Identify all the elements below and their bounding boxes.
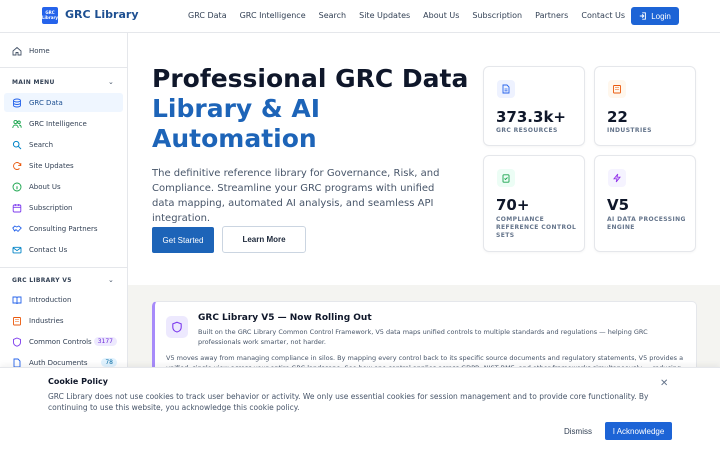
learn-more-button[interactable]: Learn More [222, 226, 306, 253]
count-badge: 3177 [93, 337, 117, 346]
close-icon[interactable]: ✕ [660, 378, 668, 389]
cookie-title: Cookie Policy [48, 377, 108, 386]
login-button[interactable]: Login [631, 7, 679, 25]
stat-value: 70+ [496, 196, 530, 214]
nav-contact-us[interactable]: Contact Us [581, 11, 625, 20]
stat-label: GRC RESOURCES [496, 127, 558, 134]
count-badge: 78 [101, 358, 117, 367]
stat-label: INDUSTRIES [607, 127, 652, 134]
sidebar-item-grc-intelligence[interactable]: GRC Intelligence [4, 114, 123, 133]
sidebar-item-label: Subscription [29, 203, 73, 212]
sidebar-item-common-controls[interactable]: Common Controls 3177 [4, 332, 123, 351]
sidebar-item-contact-us[interactable]: Contact Us [4, 240, 123, 259]
sidebar-item-search[interactable]: Search [4, 135, 123, 154]
nav-grc-intelligence[interactable]: GRC Intelligence [240, 11, 306, 20]
grc-library-heading: GRC LIBRARY V5 [12, 277, 72, 284]
cookie-text: GRC Library does not use cookies to trac… [48, 392, 649, 412]
stat-value: 373.3k+ [496, 108, 566, 126]
info-icon [12, 182, 22, 192]
sidebar-item-label: Industries [29, 316, 64, 325]
chevron-down-icon[interactable]: ⌄ [108, 276, 114, 284]
sidebar-item-industries[interactable]: Industries [4, 311, 123, 330]
sidebar-item-subscription[interactable]: Subscription [4, 198, 123, 217]
sidebar-item-label: Introduction [29, 295, 72, 304]
hero-title: Professional GRC Data Library & AI Autom… [152, 64, 472, 154]
sidebar-item-label: Consulting Partners [29, 224, 98, 233]
shield-icon [166, 316, 188, 338]
refresh-icon [12, 161, 22, 171]
book-icon [12, 295, 22, 305]
stat-label: COMPLIANCE REFERENCE CONTROL SETS [496, 216, 577, 239]
stat-value: V5 [607, 196, 630, 214]
document-icon [497, 80, 515, 98]
stat-card-industries: 22 INDUSTRIES [594, 66, 696, 146]
stat-label: AI DATA PROCESSING ENGINE [607, 216, 686, 231]
sidebar-item-grc-data[interactable]: GRC Data [4, 93, 123, 112]
sidebar-item-label: Common Controls [29, 337, 92, 346]
divider [0, 67, 127, 68]
announcement-title: GRC Library V5 — Now Rolling Out [198, 313, 372, 323]
main-nav: GRC Data GRC Intelligence Search Site Up… [188, 11, 625, 20]
sidebar-item-about-us[interactable]: About Us [4, 177, 123, 196]
top-navigation-bar: GRC Library GRC Library GRC Data GRC Int… [0, 0, 720, 33]
acknowledge-button[interactable]: I Acknowledge [605, 422, 672, 440]
nav-about-us[interactable]: About Us [423, 11, 459, 20]
sidebar-item-label: Auth Documents [29, 358, 88, 367]
building-icon [608, 80, 626, 98]
hero-title-line: Professional GRC Data [152, 64, 469, 93]
sidebar-item-label: Search [29, 140, 54, 149]
search-icon [12, 140, 22, 150]
nav-grc-data[interactable]: GRC Data [188, 11, 227, 20]
users-icon [12, 119, 22, 129]
nav-partners[interactable]: Partners [535, 11, 568, 20]
sidebar-item-label: GRC Data [29, 98, 63, 107]
database-icon [12, 98, 22, 108]
sidebar-item-site-updates[interactable]: Site Updates [4, 156, 123, 175]
login-label: Login [651, 11, 671, 21]
stat-card-compliance-sets: 70+ COMPLIANCE REFERENCE CONTROL SETS [483, 155, 585, 252]
stat-card-grc-resources: 373.3k+ GRC RESOURCES [483, 66, 585, 146]
sidebar-item-label: About Us [29, 182, 61, 191]
calendar-icon [12, 203, 22, 213]
handshake-icon [12, 224, 22, 234]
dismiss-button[interactable]: Dismiss [560, 422, 596, 440]
stat-card-ai-engine: V5 AI DATA PROCESSING ENGINE [594, 155, 696, 252]
divider [0, 267, 127, 268]
home-icon [12, 46, 22, 56]
mail-icon [12, 245, 22, 255]
sidebar-item-label: GRC Intelligence [29, 119, 87, 128]
document-icon [12, 358, 22, 368]
stat-value: 22 [607, 108, 628, 126]
hero-description: The definitive reference library for Gov… [152, 168, 440, 224]
nav-search[interactable]: Search [319, 11, 346, 20]
main-menu-heading: MAIN MENU [12, 79, 55, 86]
chevron-down-icon[interactable]: ⌄ [108, 78, 114, 86]
clipboard-check-icon [497, 169, 515, 187]
sidebar-item-home[interactable]: Home [4, 41, 123, 60]
building-icon [12, 316, 22, 326]
brand-name[interactable]: GRC Library [65, 8, 139, 21]
sidebar-item-label: Contact Us [29, 245, 68, 254]
login-icon [640, 12, 647, 20]
hero-title-accent: Automation [152, 124, 317, 153]
sidebar-item-consulting-partners[interactable]: Consulting Partners [4, 219, 123, 238]
nav-site-updates[interactable]: Site Updates [359, 11, 410, 20]
sidebar-item-label: Home [29, 46, 50, 55]
sidebar-item-label: Site Updates [29, 161, 74, 170]
announcement-subtitle: Built on the GRC Library Common Control … [198, 328, 648, 346]
get-started-button[interactable]: Get Started [152, 227, 214, 253]
logo-icon[interactable]: GRC Library [42, 7, 58, 24]
hero-title-accent: Library & AI [152, 94, 321, 123]
shield-icon [12, 337, 22, 347]
nav-subscription[interactable]: Subscription [472, 11, 522, 20]
sidebar-item-introduction[interactable]: Introduction [4, 290, 123, 309]
lightning-icon [608, 169, 626, 187]
